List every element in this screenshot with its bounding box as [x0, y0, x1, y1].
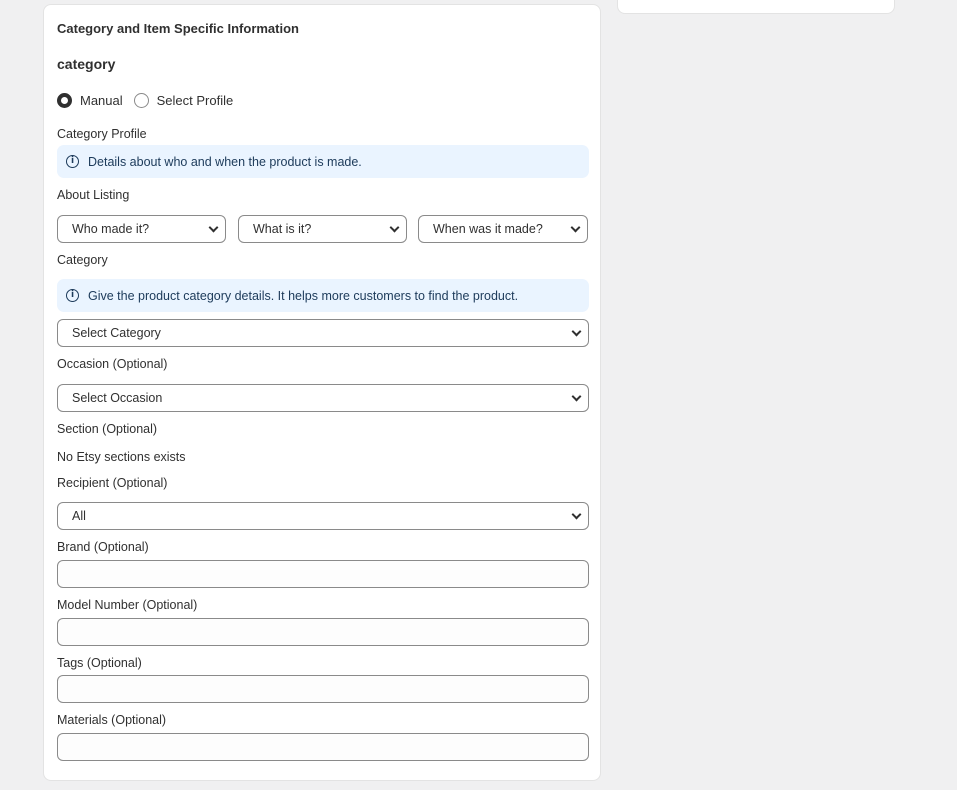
about-listing-label: About Listing — [57, 188, 130, 202]
category-profile-label: Category Profile — [57, 127, 147, 141]
model-number-label: Model Number (Optional) — [57, 598, 198, 612]
section-label: Section (Optional) — [57, 422, 158, 436]
select-profile-radio[interactable] — [133, 93, 149, 108]
info-circle-icon: i — [66, 155, 79, 168]
category-mode-radio-group: Manual Select Profile — [57, 93, 244, 108]
who-made-select[interactable]: Who made it? — [57, 215, 226, 243]
manual-radio-label[interactable]: Manual — [80, 93, 123, 108]
model-number-input[interactable] — [57, 618, 589, 646]
card-title: Category and Item Specific Information — [57, 21, 299, 36]
category-profile-info-banner: i Details about who and when the product… — [57, 145, 589, 178]
brand-input[interactable] — [57, 560, 589, 588]
category-select[interactable]: Select Category — [57, 319, 589, 347]
materials-input[interactable] — [57, 733, 589, 761]
recipient-select[interactable]: All — [57, 502, 589, 530]
info-circle-icon: i — [66, 289, 79, 302]
occasion-select[interactable]: Select Occasion — [57, 384, 589, 412]
manual-radio[interactable] — [57, 93, 72, 108]
when-made-select[interactable]: When was it made? — [418, 215, 588, 243]
recipient-select-value: All — [72, 509, 86, 523]
brand-label: Brand (Optional) — [57, 540, 149, 554]
chevron-down-icon — [208, 222, 219, 232]
tags-label: Tags (Optional) — [57, 656, 142, 670]
what-is-select[interactable]: What is it? — [238, 215, 407, 243]
what-is-select-value: What is it? — [253, 222, 312, 236]
chevron-down-icon — [571, 509, 582, 519]
chevron-down-icon — [570, 222, 581, 232]
occasion-label: Occasion (Optional) — [57, 357, 168, 371]
recipient-label: Recipient (Optional) — [57, 476, 168, 490]
side-panel-card — [617, 0, 895, 14]
chevron-down-icon — [389, 222, 400, 232]
category-label: Category — [57, 253, 108, 267]
category-banner-text: Give the product category details. It he… — [88, 288, 519, 303]
category-info-card: Category and Item Specific Information c… — [43, 4, 601, 781]
category-profile-banner-text: Details about who and when the product i… — [88, 154, 362, 169]
chevron-down-icon — [571, 391, 582, 401]
occasion-select-value: Select Occasion — [72, 391, 163, 405]
category-select-value: Select Category — [72, 326, 161, 340]
materials-label: Materials (Optional) — [57, 713, 167, 727]
who-made-select-value: Who made it? — [72, 222, 150, 236]
section-empty-text: No Etsy sections exists — [57, 450, 186, 464]
tags-input[interactable] — [57, 675, 589, 703]
when-made-select-value: When was it made? — [433, 222, 543, 236]
category-info-banner: i Give the product category details. It … — [57, 279, 589, 312]
section-heading: category — [57, 56, 116, 72]
select-profile-radio-label[interactable]: Select Profile — [157, 93, 234, 108]
chevron-down-icon — [571, 326, 582, 336]
